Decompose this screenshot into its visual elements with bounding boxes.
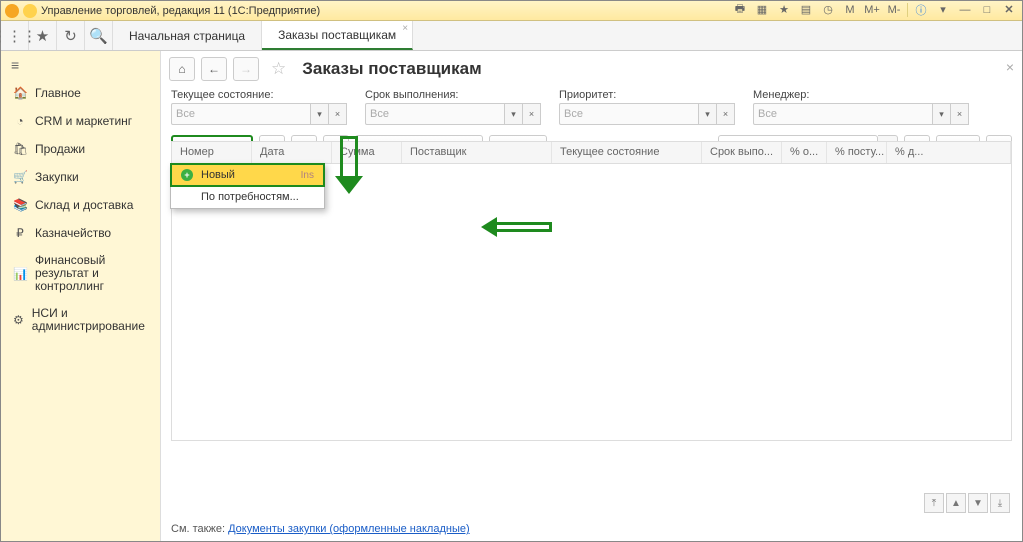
ruble-icon: ₽ — [13, 226, 27, 240]
column-date[interactable]: Дата — [252, 142, 332, 163]
page-close-icon[interactable]: × — [1006, 59, 1014, 75]
grid-nav-down[interactable]: ▼ — [968, 493, 988, 513]
sidebar-item-purchases[interactable]: 🛒Закупки — [1, 163, 160, 191]
chevron-down-icon[interactable]: ▾ — [311, 103, 329, 125]
filter-deadline-label: Срок выполнения: — [365, 89, 541, 101]
forward-button[interactable]: → — [233, 57, 259, 81]
app-title: Управление торговлей, редакция 11 (1С:Пр… — [41, 5, 320, 17]
grid-nav: ⤒ ▲ ▼ ⤓ — [924, 493, 1010, 513]
tb-grid-icon[interactable]: ▦ — [753, 2, 771, 17]
tab-supplier-orders[interactable]: Заказы поставщикам× — [262, 21, 413, 50]
column-number[interactable]: Номер — [172, 142, 252, 163]
column-deadline[interactable]: Срок выпо... — [702, 142, 782, 163]
sidebar-item-sales[interactable]: 🛍Продажи — [1, 135, 160, 163]
home-icon: 🏠 — [13, 86, 27, 100]
bag-icon: 🛍 — [13, 142, 27, 156]
clear-icon[interactable]: × — [951, 103, 969, 125]
sidebar-toggle-icon[interactable]: ≡ — [1, 51, 160, 79]
window-close[interactable]: ✕ — [1000, 2, 1018, 17]
window-maximize[interactable]: □ — [978, 2, 996, 17]
sidebar: ≡ 🏠Главное ◔CRM и маркетинг 🛍Продажи 🛒За… — [1, 51, 161, 541]
history-icon[interactable]: ↻ — [57, 21, 85, 50]
app-icon-2 — [23, 4, 37, 18]
chevron-down-icon[interactable]: ▾ — [505, 103, 523, 125]
create-by-needs-item[interactable]: По потребностям... — [171, 186, 324, 208]
filter-manager-label: Менеджер: — [753, 89, 969, 101]
clear-icon[interactable]: × — [523, 103, 541, 125]
grid-nav-top[interactable]: ⤒ — [924, 493, 944, 513]
filter-deadline-input[interactable] — [365, 103, 505, 125]
tb-print-icon[interactable]: 🖶 — [731, 2, 749, 17]
tb-clock-icon[interactable]: ◷ — [819, 2, 837, 17]
clear-icon[interactable]: × — [329, 103, 347, 125]
filter-bar: Текущее состояние: ▾ × Срок выполнения: … — [161, 85, 1022, 131]
titlebar: Управление торговлей, редакция 11 (1С:Пр… — [1, 1, 1022, 21]
sidebar-item-crm[interactable]: ◔CRM и маркетинг — [1, 107, 160, 135]
tb-info-icon[interactable]: ⓘ — [912, 2, 930, 17]
search-icon[interactable]: 🔍 — [85, 21, 113, 50]
see-also-link[interactable]: Документы закупки (оформленные накладные… — [228, 523, 470, 535]
apps-icon[interactable]: ⋮⋮⋮ — [1, 21, 29, 50]
chevron-down-icon[interactable]: ▾ — [933, 103, 951, 125]
filter-priority-input[interactable] — [559, 103, 699, 125]
grid-nav-up[interactable]: ▲ — [946, 493, 966, 513]
create-dropdown: + Новый Ins По потребностям... — [170, 163, 325, 209]
tb-mminus[interactable]: M- — [885, 2, 903, 17]
shortcut-hint: Ins — [301, 170, 314, 181]
content: × ⌂ ← → ☆ Заказы поставщикам Текущее сос… — [161, 51, 1022, 541]
column-sum[interactable]: Сумма — [332, 142, 402, 163]
filter-manager-input[interactable] — [753, 103, 933, 125]
tb-star-icon[interactable]: ★ — [775, 2, 793, 17]
global-toolbar: ⋮⋮⋮ ★ ↻ 🔍 Начальная страница Заказы пост… — [1, 21, 1022, 51]
back-button[interactable]: ← — [201, 57, 227, 81]
clear-icon[interactable]: × — [717, 103, 735, 125]
grid-nav-bottom[interactable]: ⤓ — [990, 493, 1010, 513]
sidebar-item-treasury[interactable]: ₽Казначейство — [1, 219, 160, 247]
sidebar-item-admin[interactable]: ⚙НСИ и администрирование — [1, 300, 160, 340]
app-icon — [5, 4, 19, 18]
pie-icon: ◔ — [13, 114, 27, 128]
grid-header: Номер Дата Сумма Поставщик Текущее состо… — [172, 142, 1011, 164]
create-new-item[interactable]: + Новый Ins — [170, 163, 325, 187]
gear-icon: ⚙ — [13, 313, 24, 327]
plus-icon: + — [181, 169, 193, 181]
cart-icon: 🛒 — [13, 170, 27, 184]
column-state[interactable]: Текущее состояние — [552, 142, 702, 163]
column-pct-o[interactable]: % о... — [782, 142, 827, 163]
tb-chevron-down-icon[interactable]: ▾ — [934, 2, 952, 17]
sidebar-item-main[interactable]: 🏠Главное — [1, 79, 160, 107]
column-pct-d[interactable]: % д... — [887, 142, 1011, 163]
window-minimize[interactable]: — — [956, 2, 974, 17]
bars-icon: 📊 — [13, 267, 27, 281]
tab-close-icon[interactable]: × — [402, 23, 408, 34]
see-also: См. также: Документы закупки (оформленны… — [171, 523, 470, 535]
filter-priority-label: Приоритет: — [559, 89, 735, 101]
tab-start-page[interactable]: Начальная страница — [113, 21, 262, 50]
filter-state-input[interactable] — [171, 103, 311, 125]
favorite-icon[interactable]: ★ — [29, 21, 57, 50]
column-supplier[interactable]: Поставщик — [402, 142, 552, 163]
column-pct-post[interactable]: % посту... — [827, 142, 887, 163]
sidebar-item-finance[interactable]: 📊Финансовый результат и контроллинг — [1, 247, 160, 300]
home-button[interactable]: ⌂ — [169, 57, 195, 81]
sidebar-item-warehouse[interactable]: 📚Склад и доставка — [1, 191, 160, 219]
page-title: Заказы поставщикам — [302, 59, 481, 79]
tb-mplus[interactable]: M+ — [863, 2, 881, 17]
tb-m[interactable]: M — [841, 2, 859, 17]
filter-state-label: Текущее состояние: — [171, 89, 347, 101]
chevron-down-icon[interactable]: ▾ — [699, 103, 717, 125]
tb-calc-icon[interactable]: ▤ — [797, 2, 815, 17]
stack-icon: 📚 — [13, 198, 27, 212]
favorite-toggle-icon[interactable]: ☆ — [271, 59, 286, 79]
